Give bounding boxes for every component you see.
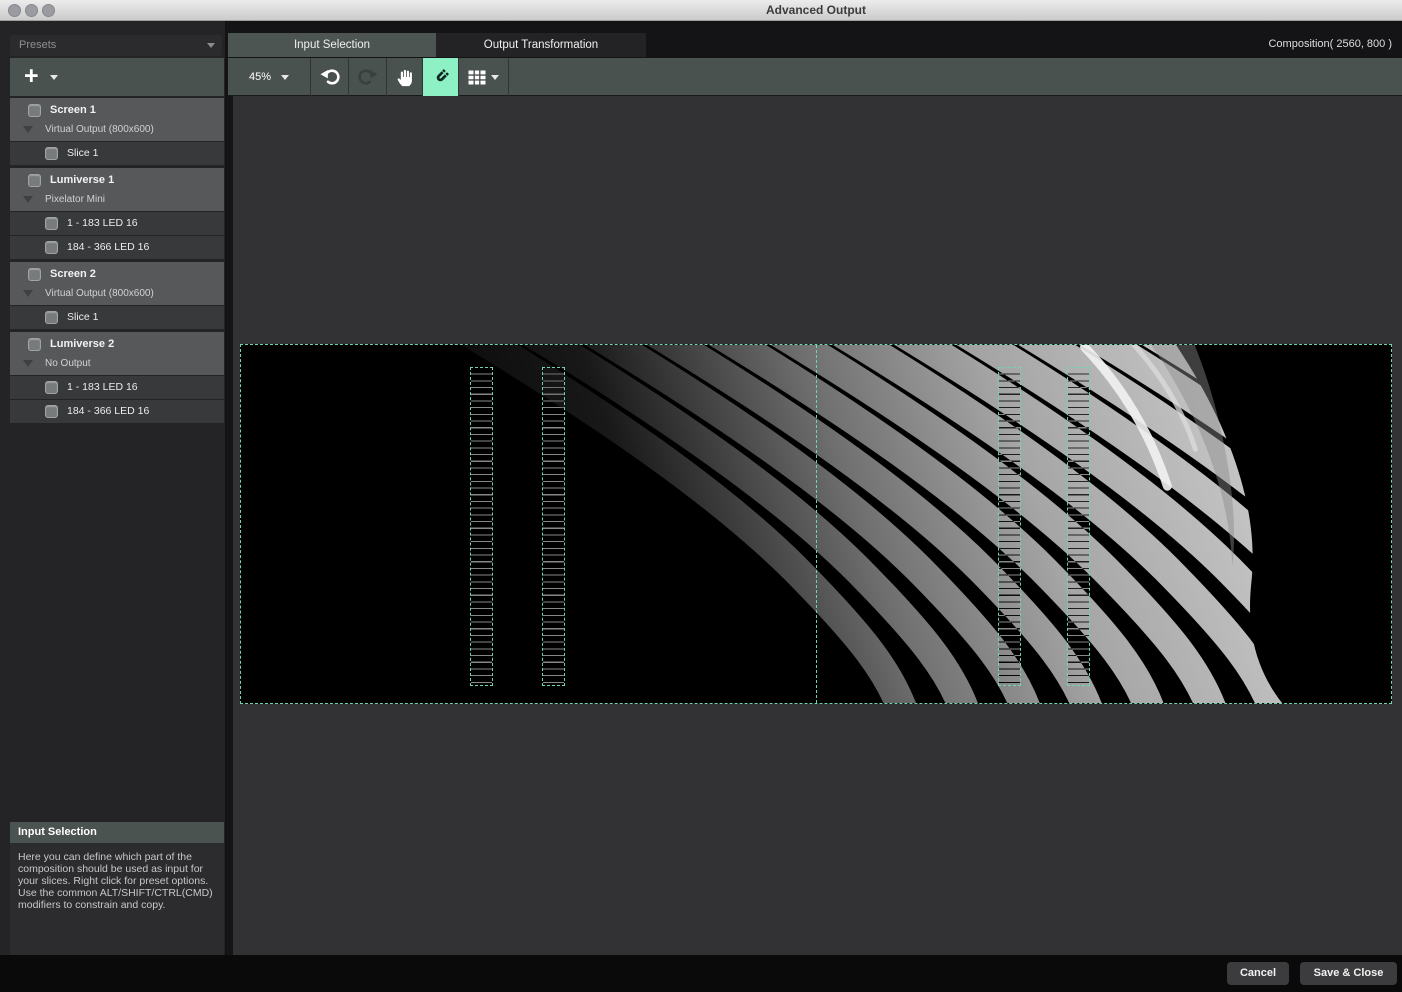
zoom-level-value: 45% xyxy=(249,71,271,83)
item-label: 184 - 366 LED 16 xyxy=(67,241,149,253)
group-name: Screen 2 xyxy=(50,268,96,280)
zoom-level-dropdown[interactable]: 45% xyxy=(228,58,311,96)
tree-item-slice[interactable]: Slice 1 xyxy=(10,306,224,329)
close-window-button[interactable] xyxy=(8,4,21,17)
item-label: 1 - 183 LED 16 xyxy=(67,217,138,229)
expander-triangle-icon[interactable] xyxy=(23,360,33,367)
add-output-icon[interactable]: + xyxy=(24,62,39,90)
item-label: Slice 1 xyxy=(67,147,99,159)
led-strip-rungs xyxy=(1068,368,1089,685)
item-label: 184 - 366 LED 16 xyxy=(67,405,149,417)
snap-tool-button-active[interactable] xyxy=(423,58,459,96)
presets-dropdown[interactable]: Presets xyxy=(10,35,222,56)
composition-preview[interactable] xyxy=(240,344,1392,704)
minimize-window-button[interactable] xyxy=(25,4,38,17)
tab-input-selection[interactable]: Input Selection xyxy=(228,33,436,57)
tree-group-screen-2[interactable]: Screen 2 Virtual Output (800x600) xyxy=(10,262,224,305)
undo-icon xyxy=(319,66,341,88)
screen-boundary-line xyxy=(816,345,817,703)
checkbox[interactable] xyxy=(28,268,41,281)
tree-group-screen-1[interactable]: Screen 1 Virtual Output (800x600) xyxy=(10,98,224,141)
redo-button[interactable] xyxy=(349,58,387,96)
checkbox[interactable] xyxy=(45,147,58,160)
composition-size-label: Composition( 2560, 800 ) xyxy=(1268,38,1392,50)
led-strip-slice-4[interactable] xyxy=(1067,367,1090,686)
tab-output-transformation[interactable]: Output Transformation xyxy=(436,33,646,57)
titlebar: Advanced Output xyxy=(0,0,1402,21)
group-subtitle: Pixelator Mini xyxy=(45,194,105,205)
window-title: Advanced Output xyxy=(766,3,866,17)
redo-icon xyxy=(357,66,379,88)
tree-group-lumiverse-2[interactable]: Lumiverse 2 No Output xyxy=(10,332,224,375)
undo-button[interactable] xyxy=(311,58,349,96)
add-output-chevron-icon[interactable] xyxy=(50,75,58,80)
hand-icon xyxy=(395,67,415,87)
canvas-toolbar: 45% xyxy=(228,58,1402,96)
main-area: Input Selection Output Transformation Co… xyxy=(226,21,1402,955)
checkbox[interactable] xyxy=(28,338,41,351)
group-subtitle: Virtual Output (800x600) xyxy=(45,288,154,299)
expander-triangle-icon[interactable] xyxy=(23,290,33,297)
output-tree: Screen 1 Virtual Output (800x600) Slice … xyxy=(10,98,224,424)
checkbox[interactable] xyxy=(45,241,58,254)
expander-triangle-icon[interactable] xyxy=(23,196,33,203)
led-strip-slice-2[interactable] xyxy=(542,367,565,686)
sidebar-toolbar: + xyxy=(10,58,224,96)
cancel-button[interactable]: Cancel xyxy=(1227,962,1289,985)
group-name: Lumiverse 2 xyxy=(50,338,114,350)
grid-options-dropdown[interactable] xyxy=(459,58,509,96)
save-and-close-button[interactable]: Save & Close xyxy=(1300,962,1397,985)
footer-bar: Cancel Save & Close xyxy=(0,955,1402,992)
led-strip-rungs xyxy=(999,368,1020,685)
tree-item-led[interactable]: 184 - 366 LED 16 xyxy=(10,400,224,423)
presets-dropdown-label: Presets xyxy=(19,39,56,51)
pan-tool-button[interactable] xyxy=(387,58,423,96)
group-subtitle: Virtual Output (800x600) xyxy=(45,124,154,135)
checkbox[interactable] xyxy=(45,405,58,418)
led-strip-rungs xyxy=(543,368,564,685)
grid-icon xyxy=(468,70,486,85)
advanced-output-window: Advanced Output Presets + Screen 1 Virtu… xyxy=(0,0,1402,992)
tree-item-led[interactable]: 1 - 183 LED 16 xyxy=(10,212,224,235)
group-name: Lumiverse 1 xyxy=(50,174,114,186)
tree-item-led[interactable]: 184 - 366 LED 16 xyxy=(10,236,224,259)
group-subtitle: No Output xyxy=(45,358,91,369)
checkbox[interactable] xyxy=(45,311,58,324)
chevron-down-icon xyxy=(207,43,215,48)
tree-item-led[interactable]: 1 - 183 LED 16 xyxy=(10,376,224,399)
zoom-window-button[interactable] xyxy=(42,4,55,17)
led-strip-rungs xyxy=(471,368,492,685)
tree-item-slice[interactable]: Slice 1 xyxy=(10,142,224,165)
tree-group-lumiverse-1[interactable]: Lumiverse 1 Pixelator Mini xyxy=(10,168,224,211)
info-panel-title: Input Selection xyxy=(10,822,224,843)
item-label: 1 - 183 LED 16 xyxy=(67,381,138,393)
chevron-down-icon xyxy=(491,75,499,80)
checkbox[interactable] xyxy=(28,174,41,187)
item-label: Slice 1 xyxy=(67,311,99,323)
expander-triangle-icon[interactable] xyxy=(23,126,33,133)
group-name: Screen 1 xyxy=(50,104,96,116)
led-strip-slice-1[interactable] xyxy=(470,367,493,686)
snap-magnet-icon xyxy=(431,67,451,87)
led-strip-slice-3[interactable] xyxy=(998,367,1021,686)
chevron-down-icon xyxy=(281,75,289,80)
input-selection-canvas[interactable] xyxy=(233,96,1402,955)
checkbox[interactable] xyxy=(45,217,58,230)
checkbox[interactable] xyxy=(28,104,41,117)
output-sidebar: Presets + Screen 1 Virtual Output (800x6… xyxy=(0,21,225,955)
checkbox[interactable] xyxy=(45,381,58,394)
